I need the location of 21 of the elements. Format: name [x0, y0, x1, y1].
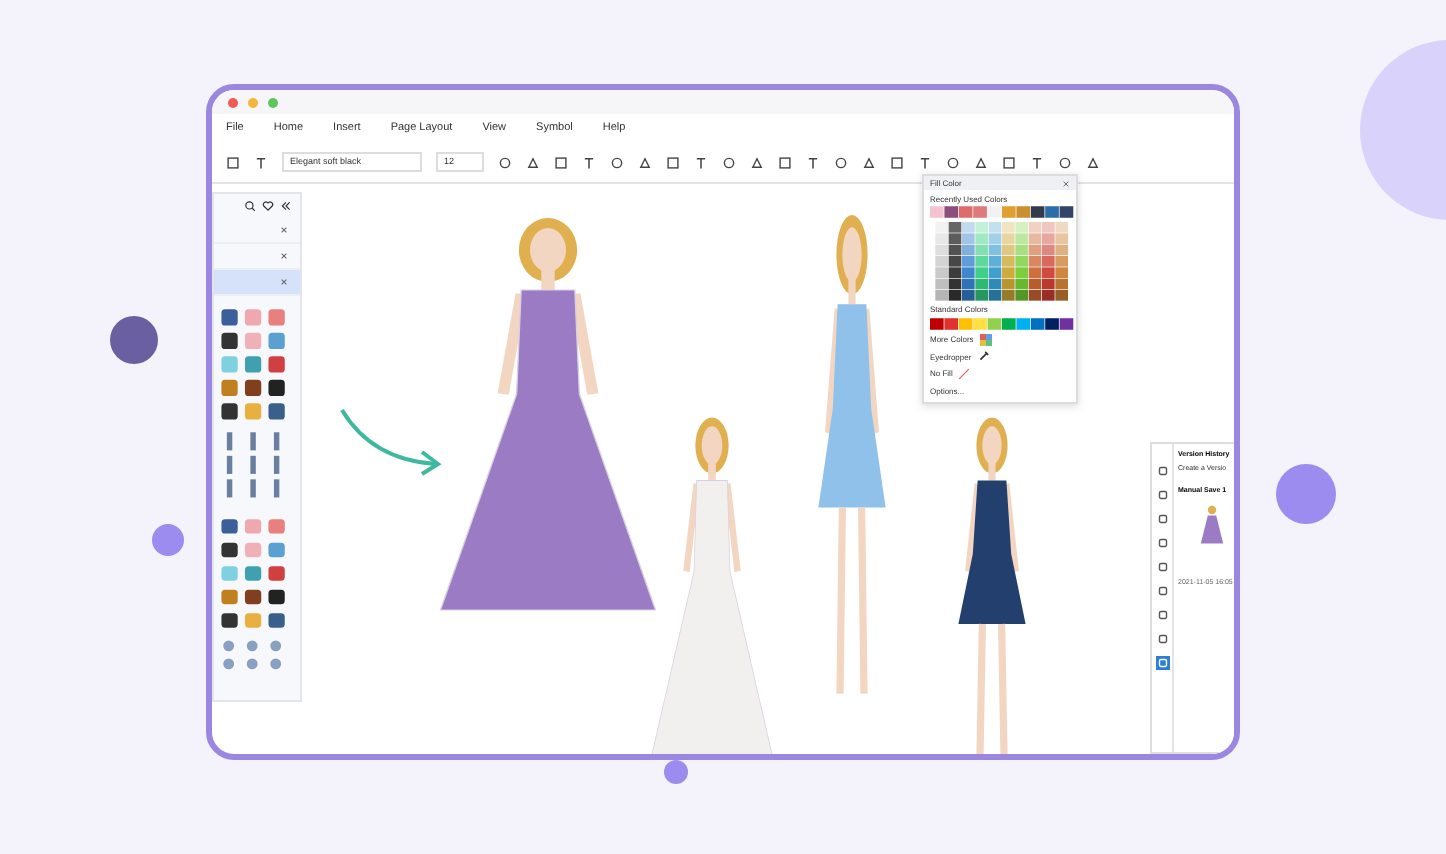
side-tool-icon[interactable]	[1155, 632, 1169, 646]
decor-circle	[152, 524, 184, 556]
color-swatch-icon	[979, 333, 992, 345]
side-tool-icon[interactable]	[1155, 584, 1169, 598]
decor-circle	[664, 760, 688, 784]
side-tool-icon[interactable]	[1155, 512, 1169, 526]
side-tool-icon[interactable]	[1155, 560, 1169, 574]
recent-colors-drawing	[930, 206, 1074, 218]
side-tool-icon[interactable]	[1155, 464, 1169, 478]
eyedropper-icon	[977, 350, 990, 362]
side-tool-icon[interactable]	[1155, 536, 1169, 550]
close-window-button[interactable]	[228, 97, 238, 107]
side-tool-icon[interactable]	[1155, 608, 1169, 622]
side-tool-icon[interactable]	[1155, 488, 1169, 502]
heart-icon[interactable]	[262, 200, 274, 212]
no-fill-icon	[958, 367, 971, 379]
decor-circle	[110, 316, 158, 364]
decor-circle	[1276, 464, 1336, 524]
standard-colors-drawing	[930, 317, 1074, 329]
dress-thumbnail-drawing	[1198, 500, 1226, 548]
collapse-icon[interactable]	[280, 200, 292, 212]
